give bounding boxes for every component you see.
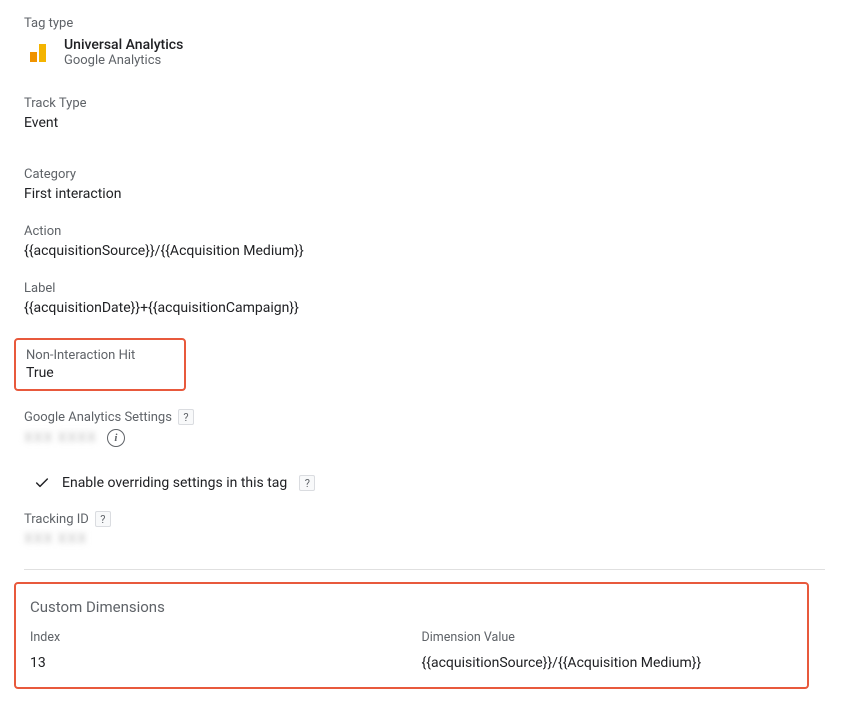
tag-type-section-label: Tag type xyxy=(24,16,825,31)
check-icon xyxy=(34,475,50,491)
ga-settings-label: Google Analytics Settings xyxy=(24,410,172,425)
cd-row-value: {{acquisitionSource}}/{{Acquisition Medi… xyxy=(422,655,794,671)
non-interaction-highlight: Non-Interaction Hit True xyxy=(14,338,186,391)
category-value: First interaction xyxy=(24,186,825,202)
ga-settings-value-masked: XXX XXXX xyxy=(24,430,97,446)
override-settings-row[interactable]: Enable overriding settings in this tag ? xyxy=(34,475,825,491)
custom-dimensions-section: Custom Dimensions Index Dimension Value … xyxy=(14,582,809,689)
divider xyxy=(24,569,825,570)
cd-row-index: 13 xyxy=(30,655,402,671)
track-type-label: Track Type xyxy=(24,96,825,111)
tracking-id-value-masked: XXX XXX xyxy=(24,531,825,547)
custom-dimensions-heading: Custom Dimensions xyxy=(30,598,793,616)
label-value: {{acquisitionDate}}+{{acquisitionCampaig… xyxy=(24,300,825,316)
tag-type-subtitle: Google Analytics xyxy=(64,53,183,68)
non-interaction-label: Non-Interaction Hit xyxy=(26,348,174,363)
cd-col-index: Index xyxy=(30,630,402,645)
action-label: Action xyxy=(24,224,825,239)
google-analytics-icon xyxy=(24,39,52,67)
tag-type-row[interactable]: Universal Analytics Google Analytics xyxy=(24,37,825,68)
override-settings-text: Enable overriding settings in this tag xyxy=(62,475,287,491)
track-type-value: Event xyxy=(24,115,825,131)
help-icon[interactable]: ? xyxy=(178,409,194,425)
help-icon[interactable]: ? xyxy=(95,511,111,527)
tracking-id-label: Tracking ID xyxy=(24,512,89,527)
info-icon[interactable]: i xyxy=(107,429,125,447)
cd-col-value: Dimension Value xyxy=(422,630,794,645)
non-interaction-value: True xyxy=(26,365,174,381)
label-label: Label xyxy=(24,281,825,296)
tag-type-title: Universal Analytics xyxy=(64,37,183,53)
category-label: Category xyxy=(24,167,825,182)
action-value: {{acquisitionSource}}/{{Acquisition Medi… xyxy=(24,243,825,259)
help-icon[interactable]: ? xyxy=(299,475,315,491)
